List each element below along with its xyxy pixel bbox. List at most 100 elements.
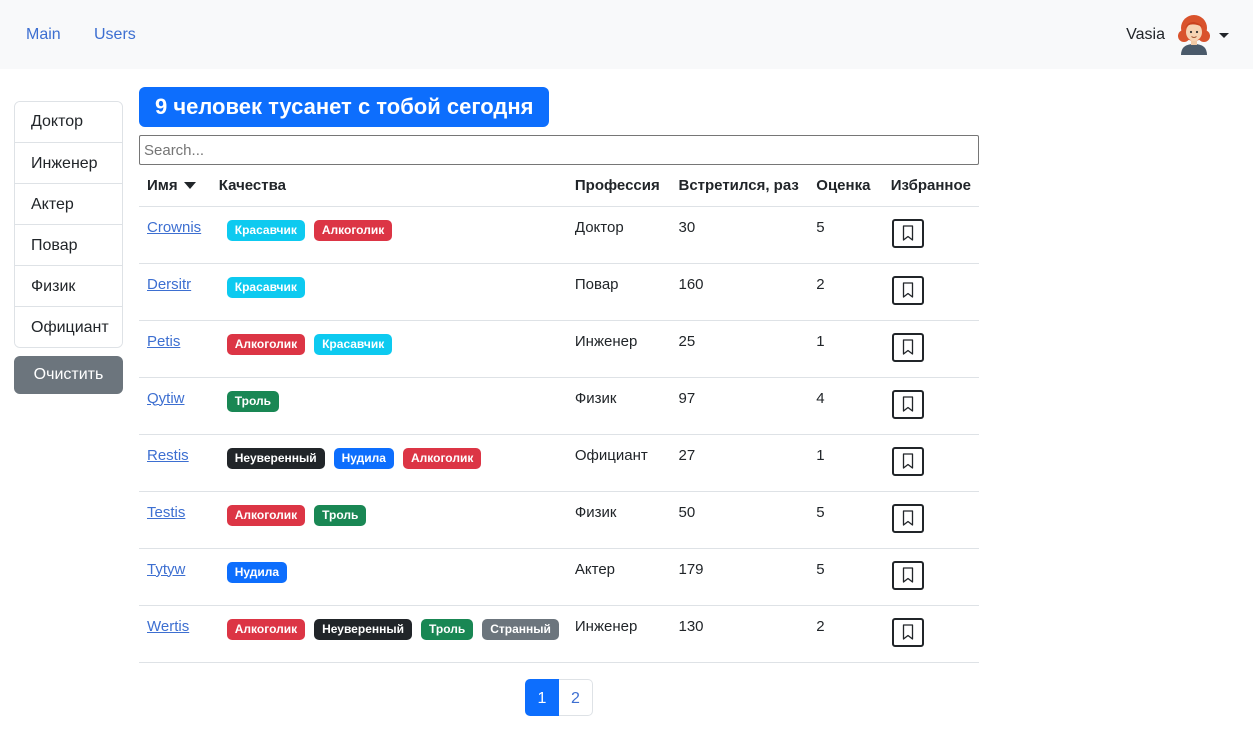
cell-qualities: Красавчик (210, 263, 567, 321)
navbar: Main Users Vasia (0, 0, 1253, 69)
bookmark-button[interactable] (891, 332, 924, 362)
user-link[interactable]: Crownis (147, 219, 201, 236)
quality-badge: Троль (314, 504, 367, 526)
cell-name: Dersitr (139, 263, 211, 321)
user-link[interactable]: Tytyw (147, 561, 185, 578)
bookmark-button[interactable] (891, 275, 924, 305)
cell-favorite (882, 263, 979, 321)
table-body: Crownis Красавчик Алкоголик Доктор 30 5 Dersit… (139, 206, 979, 663)
table-row: Wertis Алкоголик Неуверенный Троль Странный И… (139, 605, 979, 663)
cell-qualities: Нудила (210, 548, 567, 606)
quality-badge: Нудила (226, 561, 288, 583)
user-link[interactable]: Dersitr (147, 276, 191, 293)
clear-filter-button[interactable]: Очистить (14, 356, 123, 394)
cell-qualities: Алкоголик Троль (210, 491, 567, 549)
cell-rate: 5 (808, 548, 883, 606)
cell-rate: 1 (808, 434, 883, 492)
bookmark-icon (902, 624, 913, 640)
header-favorite[interactable]: Избранное (882, 166, 979, 207)
cell-name: Qytiw (139, 377, 211, 435)
quality-badge: Странный (482, 618, 559, 640)
cell-rate: 5 (808, 206, 883, 264)
bookmark-icon (902, 396, 913, 412)
table-row: Petis Алкоголик Красавчик Инженер 25 1 (139, 320, 979, 378)
header-name-label: Имя (147, 177, 178, 195)
bookmark-icon (902, 510, 913, 526)
nav-link-main[interactable]: Main (26, 25, 61, 45)
cell-name: Petis (139, 320, 211, 378)
profession-item[interactable]: Доктор (15, 102, 122, 142)
quality-badge: Алкоголик (226, 618, 306, 640)
cell-favorite (882, 491, 979, 549)
cell-profession: Официант (566, 434, 671, 492)
quality-badge: Алкоголик (226, 504, 306, 526)
profession-item[interactable]: Инженер (15, 142, 122, 183)
sort-down-icon (183, 181, 196, 189)
bookmark-button[interactable] (891, 218, 924, 248)
cell-qualities: Алкоголик Красавчик (210, 320, 567, 378)
quality-badge: Алкоголик (226, 333, 306, 355)
bookmark-button[interactable] (891, 560, 924, 590)
quality-badge: Алкоголик (402, 447, 482, 469)
cell-favorite (882, 548, 979, 606)
cell-name: Crownis (139, 206, 211, 264)
cell-qualities: Троль (210, 377, 567, 435)
quality-badge: Алкоголик (313, 219, 393, 241)
cell-profession: Инженер (566, 605, 671, 663)
bookmark-button[interactable] (891, 617, 924, 647)
user-avatar-icon (1178, 15, 1210, 55)
header-qualities: Качества (210, 166, 567, 207)
profession-item[interactable]: Актер (15, 183, 122, 224)
cell-favorite (882, 206, 979, 264)
user-link[interactable]: Restis (147, 447, 189, 464)
user-link[interactable]: Wertis (147, 618, 189, 635)
user-name: Vasia (1126, 26, 1165, 43)
bookmark-icon (902, 339, 913, 355)
cell-rate: 1 (808, 320, 883, 378)
search-input[interactable] (139, 135, 979, 165)
cell-met: 27 (670, 434, 809, 492)
header-profession[interactable]: Профессия (566, 166, 671, 207)
bookmark-button[interactable] (891, 503, 924, 533)
quality-badge: Красавчик (314, 333, 393, 355)
table-row: Dersitr Красавчик Повар 160 2 (139, 263, 979, 321)
pagination: 1 2 (525, 679, 593, 716)
quality-badge: Неуверенный (226, 447, 325, 469)
cell-profession: Физик (566, 491, 671, 549)
cell-met: 25 (670, 320, 809, 378)
users-table: Имя Качества Профессия Встретился, раз О… (139, 166, 979, 663)
cell-favorite (882, 320, 979, 378)
chevron-down-icon (1219, 32, 1229, 38)
user-link[interactable]: Testis (147, 504, 185, 521)
profession-item[interactable]: Физик (15, 265, 122, 306)
cell-favorite (882, 434, 979, 492)
cell-name: Tytyw (139, 548, 211, 606)
table-row: Crownis Красавчик Алкоголик Доктор 30 5 (139, 206, 979, 264)
table-row: Restis Неуверенный Нудила Алкоголик Официант… (139, 434, 979, 492)
page-button-2[interactable]: 2 (559, 679, 593, 716)
cell-rate: 4 (808, 377, 883, 435)
user-link[interactable]: Petis (147, 333, 180, 350)
bookmark-button[interactable] (891, 446, 924, 476)
page-button-1[interactable]: 1 (525, 679, 559, 716)
table-header-row: Имя Качества Профессия Встретился, раз О… (139, 166, 979, 207)
user-link[interactable]: Qytiw (147, 390, 185, 407)
bookmark-button[interactable] (891, 389, 924, 419)
quality-badge: Красавчик (226, 276, 305, 298)
cell-qualities: Красавчик Алкоголик (210, 206, 567, 264)
quality-badge: Троль (420, 618, 474, 640)
cell-met: 50 (670, 491, 809, 549)
nav-link-users[interactable]: Users (94, 25, 136, 45)
cell-qualities: Алкоголик Неуверенный Троль Странный (210, 605, 567, 663)
cell-name: Wertis (139, 605, 211, 663)
quality-badge: Нудила (333, 447, 394, 469)
user-menu-toggle[interactable]: Vasia (1126, 14, 1229, 56)
cell-met: 160 (670, 263, 809, 321)
header-rate[interactable]: Оценка (808, 166, 883, 207)
header-name[interactable]: Имя (139, 166, 211, 207)
profession-item[interactable]: Повар (15, 224, 122, 265)
page-title: 9 человек тусанет с тобой сегодня (139, 87, 550, 127)
bookmark-icon (902, 282, 913, 298)
header-met[interactable]: Встретился, раз (670, 166, 809, 207)
profession-item[interactable]: Официант (15, 306, 122, 347)
